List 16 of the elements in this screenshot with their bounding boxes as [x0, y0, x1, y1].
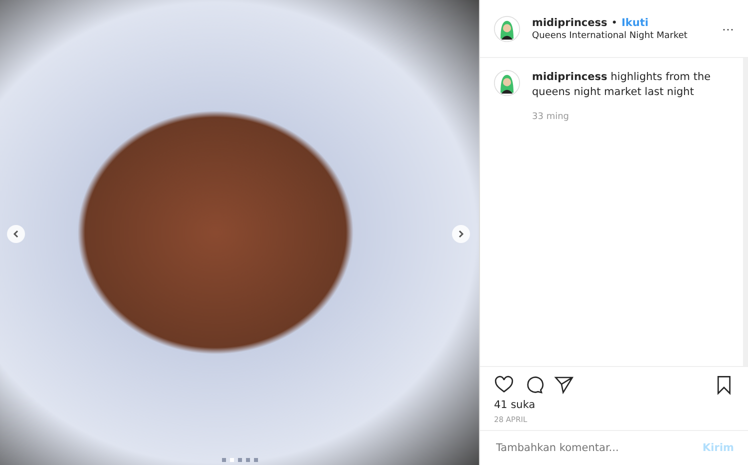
- heart-icon[interactable]: [494, 375, 514, 395]
- username[interactable]: midiprincess: [532, 16, 608, 28]
- likes-count[interactable]: 41 suka: [494, 399, 734, 411]
- chevron-left-icon[interactable]: [12, 230, 20, 238]
- more-options-button[interactable]: ···: [722, 22, 734, 36]
- paper-plane-icon[interactable]: [554, 375, 574, 395]
- speech-bubble-icon[interactable]: [524, 375, 544, 395]
- avatar-icon[interactable]: [494, 70, 520, 96]
- location-link[interactable]: Queens International Night Market: [532, 30, 710, 40]
- chevron-right-icon[interactable]: [457, 230, 465, 238]
- next-button[interactable]: [452, 225, 470, 243]
- avatar-icon[interactable]: [494, 16, 520, 42]
- caption-text: midiprincess highlights from the queens night market last night: [532, 70, 712, 100]
- previous-button[interactable]: [7, 225, 25, 243]
- separator-dot: •: [611, 16, 618, 28]
- timestamp: 33 ming: [532, 112, 570, 122]
